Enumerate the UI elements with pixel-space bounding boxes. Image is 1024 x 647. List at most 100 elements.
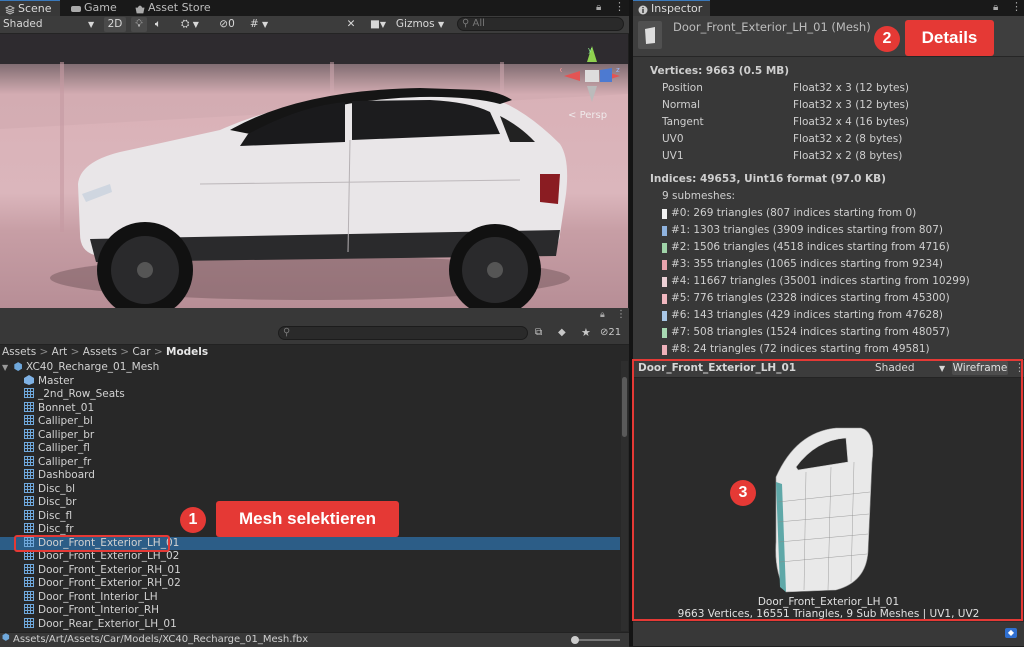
expand-arrow-icon[interactable]: ▼: [2, 363, 8, 372]
chevron-down-icon: ▼: [262, 20, 269, 29]
tab-inspector[interactable]: Inspector: [633, 0, 711, 16]
persp-label[interactable]: < Persp: [568, 110, 607, 121]
tree-item[interactable]: Door_Front_Interior_RH: [0, 604, 620, 618]
tree-item[interactable]: Door_Front_Exterior_LH_02: [0, 550, 620, 564]
project-search-input[interactable]: ⚲: [278, 326, 528, 340]
submesh-row: #4: 11667 triangles (35001 indices start…: [671, 275, 970, 287]
fbx-file-icon: ⬢: [2, 633, 10, 643]
scene-viewport[interactable]: y x z < Persp: [0, 34, 628, 308]
submesh-color-swatch: [662, 328, 667, 338]
project-scrollbar[interactable]: [621, 361, 628, 631]
tree-item[interactable]: _2nd_Row_Seats: [0, 388, 620, 402]
tab-asset-store[interactable]: Asset Store: [130, 0, 219, 16]
lightbulb-icon: 💡︎: [135, 18, 143, 30]
lock-icon[interactable]: 🔒︎: [993, 2, 998, 13]
slider-handle[interactable]: [571, 636, 579, 644]
tree-item[interactable]: Calliper_br: [0, 428, 620, 443]
kebab-menu-icon[interactable]: ⋮: [616, 309, 626, 320]
scene-tab-bar: Scene Game Asset Store 🔒︎ ⋮: [0, 0, 629, 17]
tree-item[interactable]: Calliper_bl: [0, 415, 620, 429]
scrollbar-thumb[interactable]: [622, 377, 627, 437]
lighting-toggle[interactable]: 💡︎: [131, 17, 147, 32]
breadcrumb: Assets > Art > Assets > Car > Models: [2, 346, 208, 358]
attribute-name: Tangent: [662, 116, 704, 128]
attribute-format: Float32 x 2 (8 bytes): [793, 133, 903, 145]
chevron-down-icon: ▼: [192, 20, 199, 29]
tree-item-label: Bonnet_01: [38, 401, 95, 414]
hidden-objects-toggle[interactable]: ⊘0: [214, 17, 240, 32]
mesh-grid-icon: [24, 523, 34, 533]
scene-search-input[interactable]: ⚲ All: [457, 17, 624, 31]
project-header: 🔒︎ ⋮ ⚲ ⧉ ◆ ★ ⊘21: [0, 308, 629, 345]
tree-item-label: Door_Front_Exterior_RH_01: [38, 563, 181, 576]
asset-label-icon[interactable]: ◆: [1005, 628, 1017, 638]
tree-item[interactable]: Door_Rear_Exterior_LH_01: [0, 617, 620, 632]
gizmos-dropdown[interactable]: Gizmos ▼: [392, 17, 448, 32]
tree-item[interactable]: Master: [0, 374, 620, 389]
mesh-grid-icon: [24, 509, 34, 520]
chevron-right-icon: >: [120, 346, 133, 358]
kebab-menu-icon[interactable]: ⋮: [614, 0, 625, 13]
tree-root-row[interactable]: ▼ ⬢ XC40_Recharge_01_Mesh: [0, 361, 620, 375]
chevron-down-icon: ▼: [88, 20, 95, 29]
tree-item[interactable]: Calliper_fl: [0, 442, 620, 456]
hierarchy-filter-icon[interactable]: ⧉: [535, 327, 542, 338]
tab-scene[interactable]: Scene: [0, 0, 60, 16]
attribute-name: Position: [662, 82, 703, 94]
tools-button[interactable]: ✕: [344, 17, 358, 32]
tree-item-label: Door_Front_Exterior_RH_02: [38, 577, 181, 589]
attribute-format: Float32 x 3 (12 bytes): [793, 82, 910, 94]
tree-item-label: Calliper_bl: [38, 415, 93, 427]
annotation-marker-2: 2: [874, 26, 900, 52]
kebab-menu-icon[interactable]: ⋮: [1011, 0, 1022, 13]
annotation-callout-1: Mesh selektieren: [216, 501, 399, 537]
lock-icon[interactable]: 🔒︎: [600, 310, 605, 320]
z-axis-label: z: [616, 66, 620, 74]
tree-item[interactable]: Door_Front_Interior_LH: [0, 590, 620, 605]
mesh-grid-icon: [24, 617, 34, 628]
submesh-row: #5: 776 triangles (2328 indices starting…: [671, 292, 950, 304]
persp-text: Persp: [579, 110, 608, 121]
submesh-color-swatch: [662, 345, 667, 355]
tree-item[interactable]: Dashboard: [0, 469, 620, 483]
orientation-gizmo[interactable]: y x z: [560, 42, 624, 106]
tree-item[interactable]: Bonnet_01: [0, 401, 620, 416]
search-icon: ⚲: [462, 18, 470, 29]
annotation-callout-2-text: Details: [921, 28, 978, 47]
x-axis-cone[interactable]: [564, 71, 580, 81]
tab-game[interactable]: Game: [66, 0, 125, 16]
breadcrumb-item[interactable]: Assets: [2, 346, 36, 358]
chevron-down-icon: ▼: [379, 20, 387, 29]
tree-item-label: Disc_br: [38, 496, 77, 508]
icon-size-slider[interactable]: [571, 636, 620, 644]
submesh-color-swatch: [662, 277, 667, 287]
tree-item[interactable]: Calliper_fr: [0, 455, 620, 470]
gamepad-icon: [71, 3, 81, 13]
asset-tree: ▼ ⬢ XC40_Recharge_01_Mesh Master _2nd_Row…: [0, 361, 620, 631]
submesh-count: 9 submeshes:: [662, 190, 736, 202]
label-filter-icon[interactable]: ◆: [558, 327, 566, 338]
tree-item[interactable]: Door_Front_Exterior_RH_02: [0, 577, 620, 591]
shading-mode-dropdown[interactable]: Shaded ▼: [0, 17, 103, 32]
favorite-star-icon[interactable]: ★: [581, 326, 591, 339]
mesh-grid-icon: [24, 455, 34, 466]
shading-mode-label: Shaded: [3, 18, 43, 30]
breadcrumb-item[interactable]: Art: [52, 346, 68, 358]
breadcrumb-item-current[interactable]: Models: [166, 346, 208, 358]
tree-item[interactable]: Disc_bl: [0, 482, 620, 497]
breadcrumb-item[interactable]: Assets: [83, 346, 117, 358]
camera-dropdown[interactable]: ■▼: [366, 17, 390, 32]
lock-icon[interactable]: 🔒︎: [596, 2, 601, 13]
hidden-packages-toggle[interactable]: ⊘21: [600, 327, 621, 338]
store-icon: [135, 3, 145, 14]
breadcrumb-item[interactable]: Car: [132, 346, 150, 358]
mesh-grid-icon: [24, 442, 34, 452]
chevron-right-icon: >: [70, 346, 83, 358]
effects-dropdown[interactable]: ⛭ ▼: [170, 17, 210, 32]
tree-item[interactable]: Door_Front_Exterior_RH_01: [0, 563, 620, 578]
grid-dropdown[interactable]: # ▼: [244, 17, 274, 32]
audio-toggle[interactable]: 🔈︎: [150, 17, 166, 32]
attribute-name: Normal: [662, 99, 700, 111]
toggle-2d-button[interactable]: 2D: [104, 17, 126, 32]
y-axis-label: y: [588, 46, 592, 54]
